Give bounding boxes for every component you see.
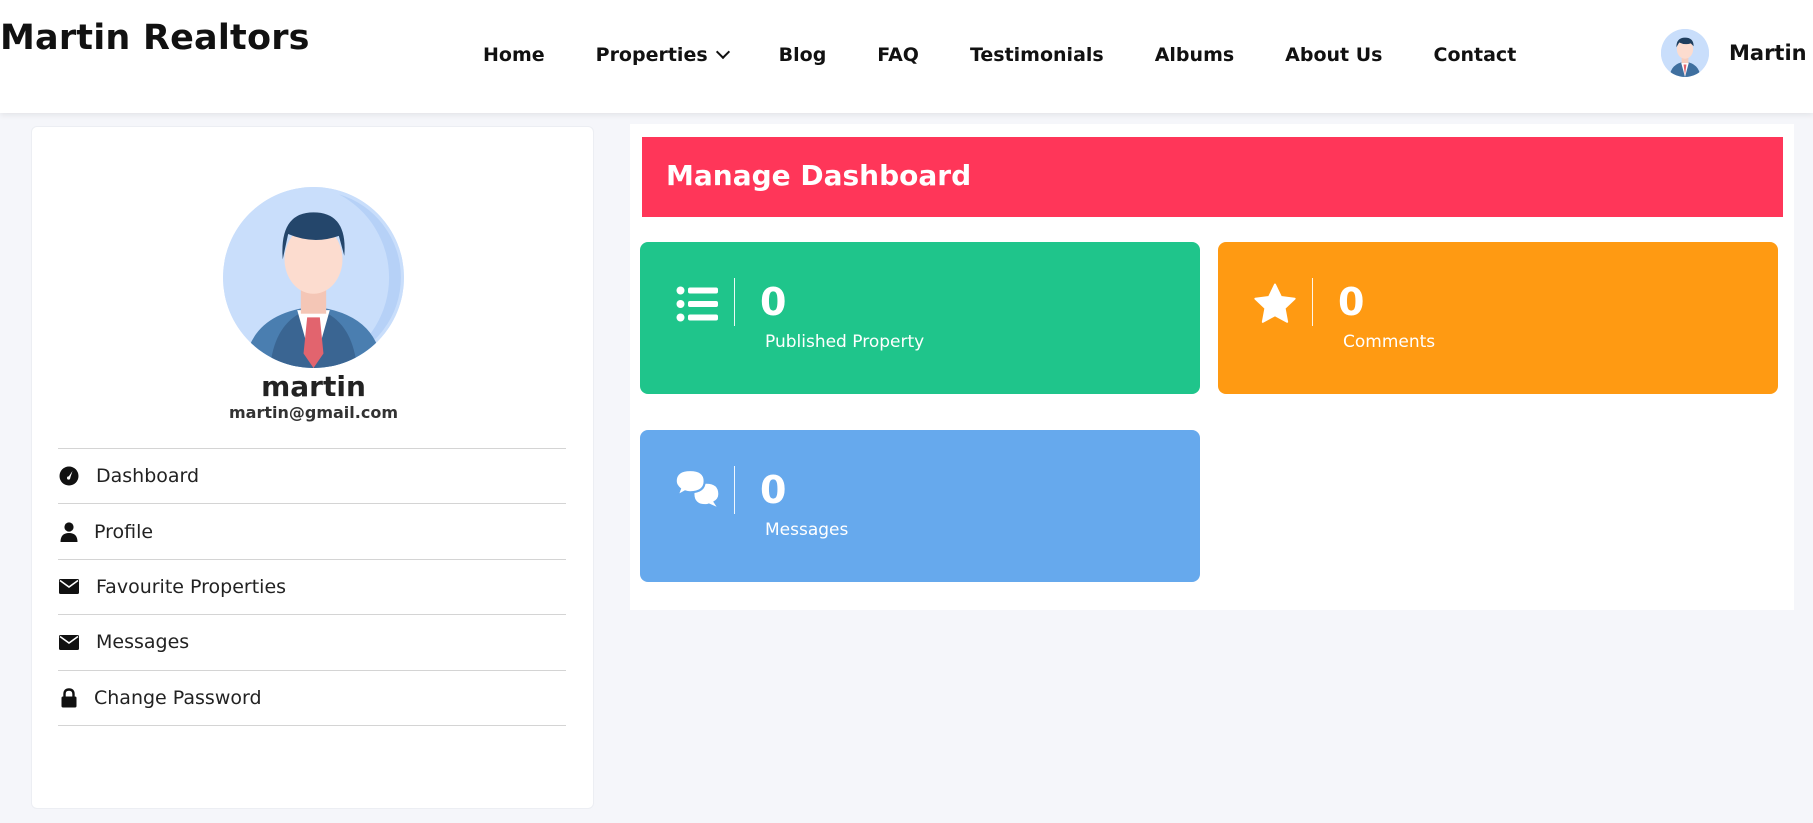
nav-contact-label: Contact (1433, 44, 1517, 66)
sidebar-item-messages[interactable]: Messages (58, 615, 566, 671)
card-divider (734, 278, 735, 326)
sidebar-item-label: Favourite Properties (96, 575, 287, 598)
nav-albums-label: Albums (1154, 44, 1235, 66)
brand-title[interactable]: Martin Realtors (0, 18, 310, 58)
page-title: Manage Dashboard (666, 159, 972, 192)
profile-avatar (223, 187, 404, 368)
nav-blog[interactable]: Blog (779, 40, 827, 70)
published-property-count: 0 (760, 280, 787, 324)
nav-faq[interactable]: FAQ (877, 40, 919, 70)
nav-faq-label: FAQ (877, 44, 919, 66)
messages-label: Messages (765, 520, 849, 540)
nav-contact[interactable]: Contact (1434, 40, 1517, 70)
published-property-label: Published Property (765, 332, 925, 352)
sidebar-item-label: Dashboard (96, 465, 200, 488)
lock-icon (58, 687, 80, 709)
nav-properties-label: Properties (595, 44, 708, 66)
profile-name: martin (261, 370, 366, 403)
nav-testimonials[interactable]: Testimonials (970, 40, 1104, 70)
dashboard-main: Manage Dashboard 0 Published Property 0 … (630, 124, 1794, 610)
nav-blog-label: Blog (778, 44, 827, 66)
sidebar-item-label: Messages (96, 631, 190, 654)
chevron-down-icon (715, 44, 730, 60)
businessman-avatar-icon (1661, 29, 1709, 77)
sidebar-item-label: Change Password (94, 686, 262, 709)
dashboard-banner: Manage Dashboard (642, 137, 1783, 217)
comments-count: 0 (1338, 280, 1365, 324)
sidebar-item-change-password[interactable]: Change Password (58, 671, 566, 726)
sidebar-item-favourite-properties[interactable]: Favourite Properties (58, 560, 566, 616)
top-header: Martin Realtors Home Properties Blog FAQ… (0, 0, 1813, 113)
nav-testimonials-label: Testimonials (969, 44, 1104, 66)
sidebar-menu: Dashboard Profile Favourite Properties M… (58, 448, 566, 726)
envelope-icon (58, 631, 80, 653)
published-property-card[interactable]: 0 Published Property (640, 242, 1200, 394)
nav-albums[interactable]: Albums (1155, 40, 1234, 70)
card-divider (734, 466, 735, 514)
dashboard-gauge-icon (58, 465, 80, 487)
user-menu[interactable]: Martin (1661, 29, 1807, 77)
comments-card[interactable]: 0 Comments (1218, 242, 1778, 394)
messages-card[interactable]: 0 Messages (640, 430, 1200, 582)
envelope-icon (58, 576, 80, 598)
nav-properties[interactable]: Properties (595, 40, 730, 70)
sidebar-item-profile[interactable]: Profile (58, 504, 566, 560)
messages-count: 0 (760, 468, 787, 512)
star-icon (1252, 282, 1298, 326)
user-name: Martin (1729, 41, 1807, 65)
chat-bubbles-icon (674, 466, 720, 510)
user-icon (58, 521, 80, 543)
list-icon (674, 282, 720, 326)
businessman-avatar-icon (223, 187, 404, 368)
nav-home-label: Home (483, 44, 545, 66)
comments-label: Comments (1343, 332, 1436, 352)
profile-sidebar: martin martin@gmail.com Dashboard Profil… (31, 126, 594, 809)
nav-home[interactable]: Home (483, 40, 545, 70)
nav-about-us-label: About Us (1285, 44, 1383, 66)
card-divider (1312, 278, 1313, 326)
sidebar-item-dashboard[interactable]: Dashboard (58, 449, 566, 505)
sidebar-item-label: Profile (94, 520, 154, 543)
profile-email: martin@gmail.com (229, 403, 398, 422)
nav-about-us[interactable]: About Us (1285, 40, 1382, 70)
main-nav: Home Properties Blog FAQ Testimonials Al… (483, 40, 1516, 70)
